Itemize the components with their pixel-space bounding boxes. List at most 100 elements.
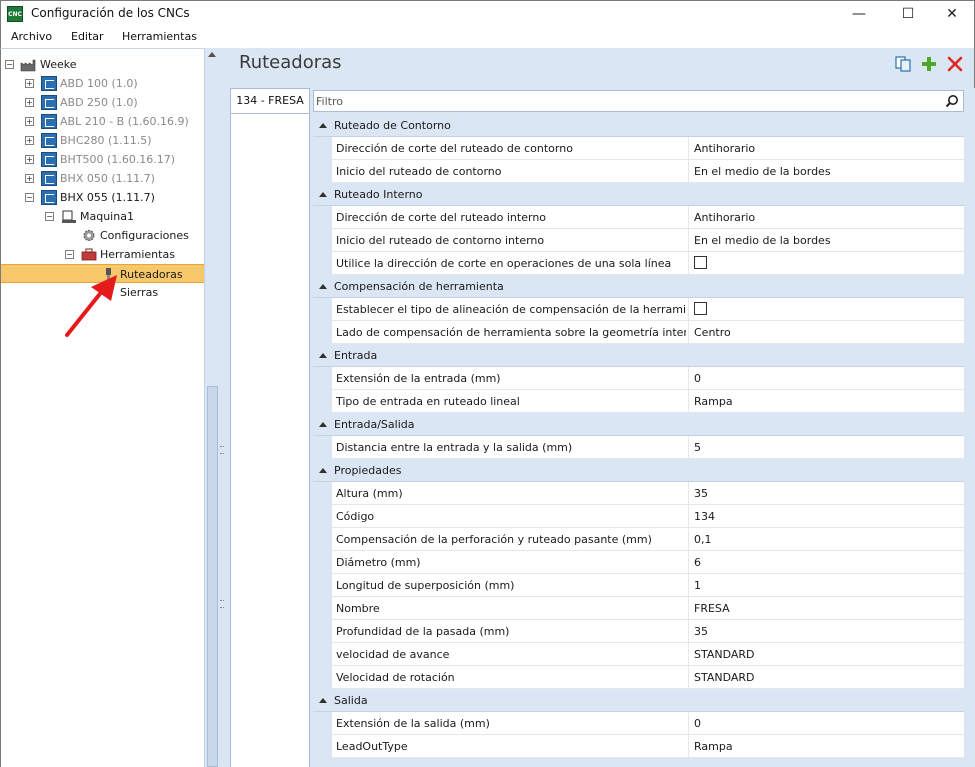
property-row[interactable]: Extensión de la entrada (mm) 0	[332, 367, 964, 390]
property-value[interactable]: STANDARD	[694, 671, 755, 684]
property-value[interactable]: Rampa	[694, 740, 733, 753]
property-value[interactable]: En el medio de la bordes	[694, 165, 831, 178]
property-row[interactable]: Inicio del ruteado de contorno interno En…	[332, 229, 964, 252]
category-row[interactable]: Ruteado Interno	[313, 183, 964, 206]
filter-input[interactable]	[316, 93, 936, 109]
property-value[interactable]: STANDARD	[694, 648, 755, 661]
category-row[interactable]: Entrada/Salida	[313, 413, 964, 436]
tree-node-machine[interactable]: + BHC280 (1.11.5)	[1, 131, 205, 150]
column-divider	[688, 367, 689, 390]
property-value[interactable]: Antihorario	[694, 142, 755, 155]
expand-toggle[interactable]: +	[25, 136, 34, 145]
collapse-toggle[interactable]: −	[25, 193, 34, 202]
property-checkbox[interactable]	[694, 302, 707, 315]
property-row[interactable]: Longitud de superposición (mm) 1	[332, 574, 964, 597]
maximize-button[interactable]: ☐	[885, 1, 931, 27]
tree-node-maquina[interactable]: − Maquina1	[1, 207, 205, 226]
tree-node-configuraciones[interactable]: Configuraciones	[1, 226, 205, 245]
add-icon[interactable]	[921, 56, 937, 72]
property-value[interactable]: Rampa	[694, 395, 733, 408]
property-value[interactable]: 35	[694, 625, 708, 638]
property-row[interactable]: Velocidad de rotación STANDARD	[332, 666, 964, 689]
property-value[interactable]: 0	[694, 717, 701, 730]
collapse-caret-icon[interactable]	[319, 192, 327, 197]
collapse-caret-icon[interactable]	[319, 353, 327, 358]
property-value[interactable]: Antihorario	[694, 211, 755, 224]
tree-node-machine[interactable]: + BHX 050 (1.11.7)	[1, 169, 205, 188]
property-row[interactable]: Inicio del ruteado de contorno En el medi…	[332, 160, 964, 183]
collapse-caret-icon[interactable]	[319, 698, 327, 703]
property-value[interactable]: FRESA	[694, 602, 730, 615]
menu-archivo[interactable]: Archivo	[11, 30, 52, 43]
property-value[interactable]: 35	[694, 487, 708, 500]
tree-scrollbar[interactable]	[204, 48, 219, 767]
property-name: Nombre	[336, 602, 380, 615]
property-row[interactable]: Altura (mm) 35	[332, 482, 964, 505]
category-row[interactable]: Salida	[313, 689, 964, 712]
property-value[interactable]: 6	[694, 556, 701, 569]
property-grid: Ruteado de Contorno Dirección de corte de…	[309, 88, 975, 767]
close-button[interactable]: ✕	[929, 1, 975, 27]
scroll-thumb[interactable]	[207, 386, 218, 767]
property-value[interactable]: 5	[694, 441, 701, 454]
collapse-toggle[interactable]: −	[65, 250, 74, 259]
property-row[interactable]: Extensión de la salida (mm) 0	[332, 712, 964, 735]
property-row[interactable]: Distancia entre la entrada y la salida (…	[332, 436, 964, 459]
property-row[interactable]: velocidad de avance STANDARD	[332, 643, 964, 666]
category-row[interactable]: Compensación de herramienta	[313, 275, 964, 298]
property-value[interactable]: 0	[694, 372, 701, 385]
property-row[interactable]: Establecer el tipo de alineación de comp…	[332, 298, 964, 321]
tree-label: Weeke	[40, 58, 77, 71]
minimize-button[interactable]: —	[836, 1, 882, 27]
expand-toggle[interactable]: +	[25, 98, 34, 107]
tree-node-herramientas[interactable]: − Herramientas	[1, 245, 205, 264]
property-row[interactable]: Utilice la dirección de corte en operaci…	[332, 252, 964, 275]
property-row[interactable]: Tipo de entrada en ruteado lineal Rampa	[332, 390, 964, 413]
copy-icon[interactable]	[895, 56, 911, 72]
property-row[interactable]: LeadOutType Rampa	[332, 735, 964, 758]
property-row[interactable]: Lado de compensación de herramienta sobr…	[332, 321, 964, 344]
category-row[interactable]: Propiedades	[313, 459, 964, 482]
collapse-caret-icon[interactable]	[319, 468, 327, 473]
tree-node-machine[interactable]: + ABD 250 (1.0)	[1, 93, 205, 112]
property-row[interactable]: Dirección de corte del ruteado interno An…	[332, 206, 964, 229]
collapse-caret-icon[interactable]	[319, 422, 327, 427]
property-checkbox[interactable]	[694, 256, 707, 269]
search-icon[interactable]	[945, 94, 959, 108]
property-row[interactable]: Compensación de la perforación y ruteado…	[332, 528, 964, 551]
property-row[interactable]: Diámetro (mm) 6	[332, 551, 964, 574]
collapse-caret-icon[interactable]	[319, 123, 327, 128]
expand-toggle[interactable]: +	[25, 117, 34, 126]
cnc-machine-icon	[41, 95, 57, 110]
tree-node-weeke[interactable]: − Weeke	[1, 55, 205, 74]
collapse-toggle[interactable]: −	[5, 60, 14, 69]
property-value[interactable]: 0,1	[694, 533, 712, 546]
menu-herramientas[interactable]: Herramientas	[122, 30, 197, 43]
expand-toggle[interactable]: +	[25, 174, 34, 183]
property-row[interactable]: Nombre FRESA	[332, 597, 964, 620]
tree-node-machine[interactable]: + ABD 100 (1.0)	[1, 74, 205, 93]
property-value[interactable]: 1	[694, 579, 701, 592]
expand-toggle[interactable]: +	[25, 155, 34, 164]
cnc-machine-icon	[41, 152, 57, 167]
property-value[interactable]: 134	[694, 510, 715, 523]
tab-134-fresa[interactable]: 134 - FRESA	[230, 88, 309, 114]
property-row[interactable]: Dirección de corte del ruteado de contor…	[332, 137, 964, 160]
property-row[interactable]: Código 134	[332, 505, 964, 528]
expand-toggle[interactable]: +	[25, 79, 34, 88]
category-label: Salida	[334, 694, 368, 707]
property-row[interactable]: Profundidad de la pasada (mm) 35	[332, 620, 964, 643]
category-row[interactable]: Ruteado de Contorno	[313, 114, 964, 137]
delete-icon[interactable]	[947, 56, 963, 72]
property-value[interactable]: Centro	[694, 326, 731, 339]
scroll-up-arrow[interactable]	[208, 52, 216, 57]
property-name: Longitud de superposición (mm)	[336, 579, 515, 592]
tree-node-machine[interactable]: + ABL 210 - B (1.60.16.9)	[1, 112, 205, 131]
menu-editar[interactable]: Editar	[71, 30, 104, 43]
tree-node-machine-bhx055[interactable]: − BHX 055 (1.11.7)	[1, 188, 205, 207]
category-row[interactable]: Entrada	[313, 344, 964, 367]
tree-node-machine[interactable]: + BHT500 (1.60.16.17)	[1, 150, 205, 169]
collapse-caret-icon[interactable]	[319, 284, 327, 289]
collapse-toggle[interactable]: −	[45, 212, 54, 221]
property-value[interactable]: En el medio de la bordes	[694, 234, 831, 247]
